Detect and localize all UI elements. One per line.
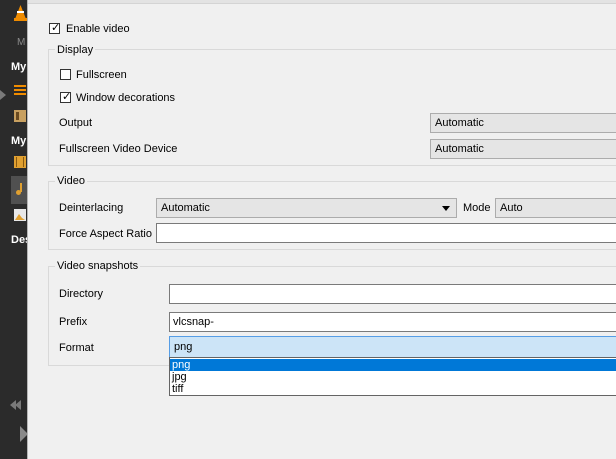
window-decorations-label[interactable]: Window decorations (76, 91, 175, 105)
video-folder-icon[interactable] (14, 156, 26, 168)
background-sidebar: M My My Des (0, 0, 27, 459)
deinterlacing-value: Automatic (161, 202, 210, 214)
checkmark-icon: ✓ (62, 91, 72, 103)
fullscreen-device-label: Fullscreen Video Device (59, 143, 178, 155)
prefix-input[interactable]: vlcsnap- (169, 312, 616, 332)
output-label: Output (59, 117, 93, 129)
sidebar-heading-3: Des (11, 234, 27, 246)
display-group-title: Display (55, 43, 96, 57)
output-value: Automatic (435, 117, 484, 129)
format-value: png (174, 341, 193, 353)
music-icon[interactable] (14, 183, 26, 195)
video-group-title: Video (55, 174, 87, 188)
sidebar-heading-1: My (11, 61, 27, 73)
picture-icon[interactable] (14, 209, 26, 221)
chevron-down-icon (442, 206, 450, 211)
deinterlacing-label: Deinterlacing (59, 202, 124, 214)
mode-dropdown[interactable]: Auto (495, 198, 616, 218)
video-snapshots-group-title: Video snapshots (55, 259, 141, 273)
directory-input[interactable] (169, 284, 616, 304)
sidebar-heading-2: My (11, 135, 27, 147)
rewind-icon-part (15, 400, 21, 410)
enable-video-label[interactable]: Enable video (66, 22, 130, 36)
sidebar-dim-label: M (17, 37, 26, 48)
deinterlacing-dropdown[interactable]: Automatic (156, 198, 457, 218)
fullscreen-checkbox[interactable] (60, 69, 71, 80)
top-divider (28, 0, 616, 4)
format-option-png[interactable]: png (170, 359, 616, 371)
prefix-label: Prefix (59, 316, 88, 328)
format-label: Format (59, 342, 94, 354)
mode-label: Mode (463, 202, 491, 214)
enable-video-checkbox[interactable]: ✓ (49, 22, 61, 34)
mode-value: Auto (500, 202, 523, 214)
format-option-tiff[interactable]: tiff (170, 383, 616, 395)
aspect-ratio-input[interactable] (156, 223, 616, 243)
video-preferences-panel: ✓ Enable video Display Fullscreen ✓ Wind… (27, 0, 616, 459)
media-library-icon[interactable] (14, 110, 26, 122)
fullscreen-device-dropdown[interactable]: Automatic (430, 139, 616, 159)
directory-label: Directory (59, 288, 104, 300)
format-option-jpg[interactable]: jpg (170, 371, 616, 383)
vlc-cone-icon (14, 5, 27, 21)
expand-arrow-icon (0, 90, 6, 100)
window-decorations-checkbox[interactable]: ✓ (60, 91, 72, 103)
play-icon[interactable] (20, 426, 27, 442)
format-dropdown-list: png jpg tiff (169, 357, 616, 396)
checkmark-icon: ✓ (51, 22, 61, 34)
aspect-ratio-label: Force Aspect Ratio (59, 228, 152, 240)
output-dropdown[interactable]: Automatic (430, 113, 616, 133)
format-dropdown[interactable]: png (169, 336, 616, 358)
playlist-icon[interactable] (14, 84, 26, 96)
fullscreen-label[interactable]: Fullscreen (76, 68, 127, 82)
prefix-value: vlcsnap- (173, 316, 214, 328)
fullscreen-device-value: Automatic (435, 143, 484, 155)
